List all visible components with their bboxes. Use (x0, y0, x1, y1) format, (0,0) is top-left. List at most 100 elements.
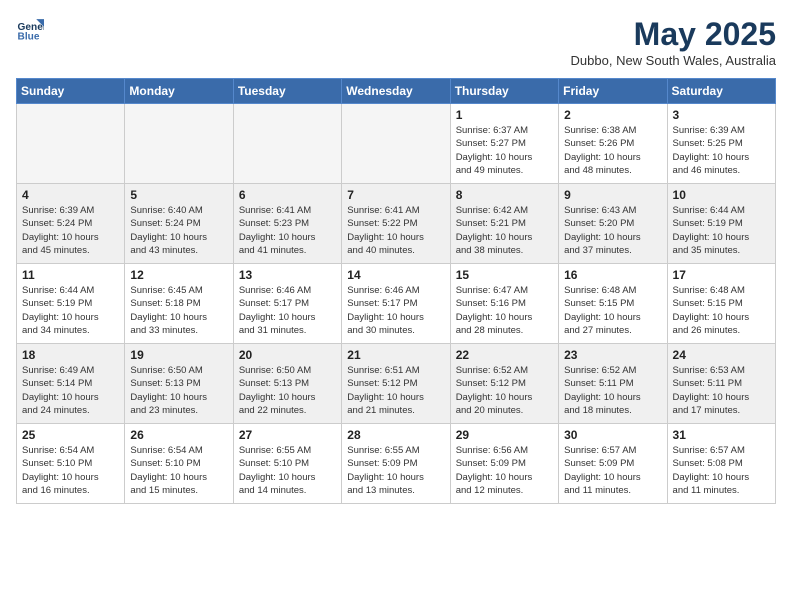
day-number: 10 (673, 188, 770, 202)
calendar-week-row: 18Sunrise: 6:49 AM Sunset: 5:14 PM Dayli… (17, 344, 776, 424)
day-info: Sunrise: 6:42 AM Sunset: 5:21 PM Dayligh… (456, 204, 553, 257)
day-number: 9 (564, 188, 661, 202)
day-number: 17 (673, 268, 770, 282)
calendar-day-cell: 29Sunrise: 6:56 AM Sunset: 5:09 PM Dayli… (450, 424, 558, 504)
day-number: 12 (130, 268, 227, 282)
calendar-day-cell: 21 Sunrise: 6:51 AM Sunset: 5:12 PM Dayli… (342, 344, 450, 424)
day-number: 2 (564, 108, 661, 122)
day-info: Sunrise: 6:41 AM Sunset: 5:22 PM Dayligh… (347, 204, 444, 257)
day-number: 23 (564, 348, 661, 362)
calendar-day-cell: 10 Sunrise: 6:44 AM Sunset: 5:19 PM Dayli… (667, 184, 775, 264)
calendar-day-cell: 24 Sunrise: 6:53 AM Sunset: 5:11 PM Dayli… (667, 344, 775, 424)
calendar-day-cell: 23Sunrise: 6:52 AM Sunset: 5:11 PM Dayli… (559, 344, 667, 424)
calendar-week-row: 11 Sunrise: 6:44 AM Sunset: 5:19 PM Dayli… (17, 264, 776, 344)
day-info: Sunrise: 6:55 AM Sunset: 5:10 PM Dayligh… (239, 444, 336, 497)
day-info: Sunrise: 6:54 AM Sunset: 5:10 PM Dayligh… (22, 444, 119, 497)
weekday-header: Sunday (17, 79, 125, 104)
weekday-header: Friday (559, 79, 667, 104)
day-info: Sunrise: 6:44 AM Sunset: 5:19 PM Dayligh… (22, 284, 119, 337)
day-info: Sunrise: 6:38 AM Sunset: 5:26 PM Dayligh… (564, 124, 661, 177)
calendar-day-cell: 27 Sunrise: 6:55 AM Sunset: 5:10 PM Dayli… (233, 424, 341, 504)
day-info: Sunrise: 6:44 AM Sunset: 5:19 PM Dayligh… (673, 204, 770, 257)
calendar-day-cell (233, 104, 341, 184)
day-info: Sunrise: 6:53 AM Sunset: 5:11 PM Dayligh… (673, 364, 770, 417)
day-number: 28 (347, 428, 444, 442)
calendar-day-cell: 17Sunrise: 6:48 AM Sunset: 5:15 PM Dayli… (667, 264, 775, 344)
calendar-day-cell: 4 Sunrise: 6:39 AM Sunset: 5:24 PM Daylig… (17, 184, 125, 264)
location-subtitle: Dubbo, New South Wales, Australia (571, 53, 776, 68)
calendar-day-cell: 15 Sunrise: 6:47 AM Sunset: 5:16 PM Dayli… (450, 264, 558, 344)
day-info: Sunrise: 6:52 AM Sunset: 5:12 PM Dayligh… (456, 364, 553, 417)
day-number: 3 (673, 108, 770, 122)
day-number: 24 (673, 348, 770, 362)
svg-text:Blue: Blue (18, 31, 40, 42)
calendar-day-cell: 2 Sunrise: 6:38 AM Sunset: 5:26 PM Daylig… (559, 104, 667, 184)
calendar-day-cell: 6 Sunrise: 6:41 AM Sunset: 5:23 PM Daylig… (233, 184, 341, 264)
calendar-day-cell: 31Sunrise: 6:57 AM Sunset: 5:08 PM Dayli… (667, 424, 775, 504)
day-info: Sunrise: 6:39 AM Sunset: 5:24 PM Dayligh… (22, 204, 119, 257)
calendar-day-cell (17, 104, 125, 184)
calendar-day-cell: 20 Sunrise: 6:50 AM Sunset: 5:13 PM Dayli… (233, 344, 341, 424)
calendar-day-cell: 1 Sunrise: 6:37 AM Sunset: 5:27 PM Daylig… (450, 104, 558, 184)
calendar-day-cell: 14 Sunrise: 6:46 AM Sunset: 5:17 PM Dayli… (342, 264, 450, 344)
day-info: Sunrise: 6:43 AM Sunset: 5:20 PM Dayligh… (564, 204, 661, 257)
day-info: Sunrise: 6:57 AM Sunset: 5:08 PM Dayligh… (673, 444, 770, 497)
calendar-week-row: 4 Sunrise: 6:39 AM Sunset: 5:24 PM Daylig… (17, 184, 776, 264)
day-number: 22 (456, 348, 553, 362)
calendar-day-cell: 28 Sunrise: 6:55 AM Sunset: 5:09 PM Dayli… (342, 424, 450, 504)
day-number: 29 (456, 428, 553, 442)
day-info: Sunrise: 6:47 AM Sunset: 5:16 PM Dayligh… (456, 284, 553, 337)
day-number: 18 (22, 348, 119, 362)
day-info: Sunrise: 6:55 AM Sunset: 5:09 PM Dayligh… (347, 444, 444, 497)
day-number: 7 (347, 188, 444, 202)
day-info: Sunrise: 6:50 AM Sunset: 5:13 PM Dayligh… (130, 364, 227, 417)
day-number: 11 (22, 268, 119, 282)
calendar-day-cell: 7 Sunrise: 6:41 AM Sunset: 5:22 PM Daylig… (342, 184, 450, 264)
day-info: Sunrise: 6:41 AM Sunset: 5:23 PM Dayligh… (239, 204, 336, 257)
day-info: Sunrise: 6:54 AM Sunset: 5:10 PM Dayligh… (130, 444, 227, 497)
calendar-day-cell: 9 Sunrise: 6:43 AM Sunset: 5:20 PM Daylig… (559, 184, 667, 264)
calendar-header-row: SundayMondayTuesdayWednesdayThursdayFrid… (17, 79, 776, 104)
day-info: Sunrise: 6:46 AM Sunset: 5:17 PM Dayligh… (347, 284, 444, 337)
calendar-day-cell: 12Sunrise: 6:45 AM Sunset: 5:18 PM Dayli… (125, 264, 233, 344)
title-area: May 2025 Dubbo, New South Wales, Austral… (571, 16, 776, 68)
calendar-day-cell: 25 Sunrise: 6:54 AM Sunset: 5:10 PM Dayli… (17, 424, 125, 504)
day-number: 26 (130, 428, 227, 442)
calendar-day-cell: 8Sunrise: 6:42 AM Sunset: 5:21 PM Daylig… (450, 184, 558, 264)
month-year-title: May 2025 (571, 16, 776, 53)
calendar-day-cell: 30 Sunrise: 6:57 AM Sunset: 5:09 PM Dayli… (559, 424, 667, 504)
day-info: Sunrise: 6:50 AM Sunset: 5:13 PM Dayligh… (239, 364, 336, 417)
calendar-day-cell (342, 104, 450, 184)
day-number: 25 (22, 428, 119, 442)
day-number: 27 (239, 428, 336, 442)
calendar-day-cell: 11 Sunrise: 6:44 AM Sunset: 5:19 PM Dayli… (17, 264, 125, 344)
day-number: 14 (347, 268, 444, 282)
page-header: General Blue May 2025 Dubbo, New South W… (16, 16, 776, 68)
day-number: 1 (456, 108, 553, 122)
day-info: Sunrise: 6:39 AM Sunset: 5:25 PM Dayligh… (673, 124, 770, 177)
day-info: Sunrise: 6:48 AM Sunset: 5:15 PM Dayligh… (564, 284, 661, 337)
day-number: 6 (239, 188, 336, 202)
day-number: 4 (22, 188, 119, 202)
day-number: 5 (130, 188, 227, 202)
day-info: Sunrise: 6:46 AM Sunset: 5:17 PM Dayligh… (239, 284, 336, 337)
day-info: Sunrise: 6:37 AM Sunset: 5:27 PM Dayligh… (456, 124, 553, 177)
day-number: 19 (130, 348, 227, 362)
calendar-day-cell: 13 Sunrise: 6:46 AM Sunset: 5:17 PM Dayli… (233, 264, 341, 344)
day-number: 21 (347, 348, 444, 362)
weekday-header: Thursday (450, 79, 558, 104)
calendar-day-cell: 19 Sunrise: 6:50 AM Sunset: 5:13 PM Dayli… (125, 344, 233, 424)
day-number: 30 (564, 428, 661, 442)
day-number: 15 (456, 268, 553, 282)
day-number: 20 (239, 348, 336, 362)
day-info: Sunrise: 6:57 AM Sunset: 5:09 PM Dayligh… (564, 444, 661, 497)
calendar-day-cell: 16 Sunrise: 6:48 AM Sunset: 5:15 PM Dayli… (559, 264, 667, 344)
calendar-day-cell (125, 104, 233, 184)
day-number: 13 (239, 268, 336, 282)
day-info: Sunrise: 6:51 AM Sunset: 5:12 PM Dayligh… (347, 364, 444, 417)
calendar-day-cell: 5Sunrise: 6:40 AM Sunset: 5:24 PM Daylig… (125, 184, 233, 264)
day-number: 16 (564, 268, 661, 282)
calendar-table: SundayMondayTuesdayWednesdayThursdayFrid… (16, 78, 776, 504)
calendar-day-cell: 3 Sunrise: 6:39 AM Sunset: 5:25 PM Daylig… (667, 104, 775, 184)
weekday-header: Wednesday (342, 79, 450, 104)
